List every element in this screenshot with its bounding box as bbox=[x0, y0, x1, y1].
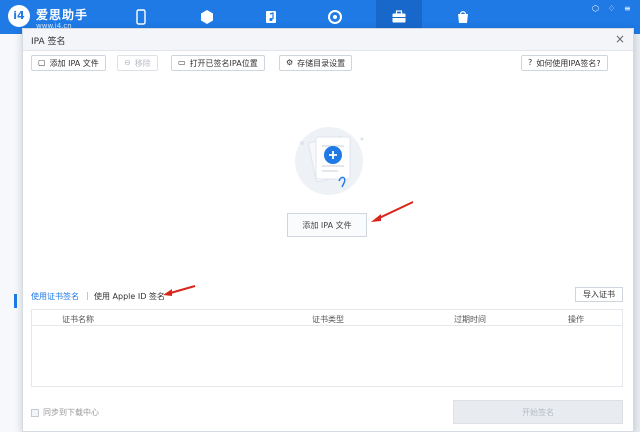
help-label: 如何使用IPA签名? bbox=[536, 58, 601, 68]
table-header: 证书名称 证书类型 过期时间 操作 bbox=[32, 310, 622, 326]
storage-settings-label: 存储目录设置 bbox=[297, 58, 346, 68]
phone-icon bbox=[136, 9, 146, 25]
open-signed-location-button[interactable]: ▭ 打开已签名IPA位置 bbox=[171, 55, 265, 71]
add-ipa-file-button[interactable]: 添加 IPA 文件 bbox=[287, 213, 367, 237]
add-file-icon: ▢ bbox=[38, 58, 46, 67]
tab-cert-sign[interactable]: 使用证书签名 bbox=[31, 291, 79, 302]
tab-apple-id-sign[interactable]: 使用 Apple ID 签名 bbox=[94, 291, 165, 302]
sync-checkbox[interactable] bbox=[31, 408, 39, 417]
app-logo: i4 bbox=[8, 5, 30, 27]
brand-name: 爱思助手 bbox=[36, 8, 89, 22]
sync-label: 同步到下载中心 bbox=[43, 408, 99, 417]
open-signed-location-label: 打开已签名IPA位置 bbox=[189, 58, 258, 68]
storage-settings-button[interactable]: ⚙ 存储目录设置 bbox=[279, 55, 353, 71]
remove-icon: ⊖ bbox=[124, 58, 131, 67]
col-expire-time: 过期时间 bbox=[454, 315, 486, 324]
start-sign-button[interactable]: 开始签名 bbox=[453, 400, 623, 424]
ipa-sign-dialog: IPA 签名 × ▢ 添加 IPA 文件 ⊖ 移除 ▭ 打开已签名IPA位置 ⚙… bbox=[22, 28, 634, 432]
sidebar-strip bbox=[0, 34, 22, 432]
sync-icon bbox=[328, 10, 342, 24]
sync-download-option[interactable]: 同步到下载中心 bbox=[31, 407, 99, 418]
settings-icon[interactable]: ⬡ bbox=[592, 4, 599, 13]
shirt-icon[interactable]: ♢ bbox=[608, 4, 615, 13]
import-cert-button[interactable]: 导入证书 bbox=[575, 287, 623, 302]
col-action: 操作 bbox=[568, 315, 584, 324]
add-ipa-toolbar-button[interactable]: ▢ 添加 IPA 文件 bbox=[31, 55, 106, 71]
music-icon bbox=[266, 11, 276, 23]
sidebar-marker bbox=[14, 294, 17, 308]
toolbox-icon bbox=[392, 10, 406, 23]
close-icon[interactable]: × bbox=[615, 32, 625, 46]
menu-icon[interactable]: ≡ bbox=[624, 4, 631, 13]
remove-label: 移除 bbox=[134, 58, 151, 68]
col-cert-name: 证书名称 bbox=[62, 315, 94, 324]
folder-icon: ▭ bbox=[178, 58, 186, 67]
cert-table: 证书名称 证书类型 过期时间 操作 bbox=[31, 309, 623, 387]
file-illustration bbox=[295, 127, 364, 195]
annotation-arrow-icon bbox=[163, 285, 196, 296]
remove-button[interactable]: ⊖ 移除 bbox=[117, 55, 158, 71]
help-button[interactable]: ? 如何使用IPA签名? bbox=[521, 55, 608, 71]
bag-icon bbox=[458, 11, 468, 23]
col-cert-type: 证书类型 bbox=[312, 315, 344, 324]
gear-icon: ⚙ bbox=[286, 58, 294, 67]
add-ipa-toolbar-label: 添加 IPA 文件 bbox=[49, 58, 99, 68]
box-icon bbox=[201, 10, 213, 24]
dialog-header: IPA 签名 × bbox=[23, 29, 633, 51]
help-icon: ? bbox=[528, 58, 533, 67]
tab-separator: | bbox=[86, 291, 89, 300]
dialog-title: IPA 签名 bbox=[31, 37, 66, 47]
